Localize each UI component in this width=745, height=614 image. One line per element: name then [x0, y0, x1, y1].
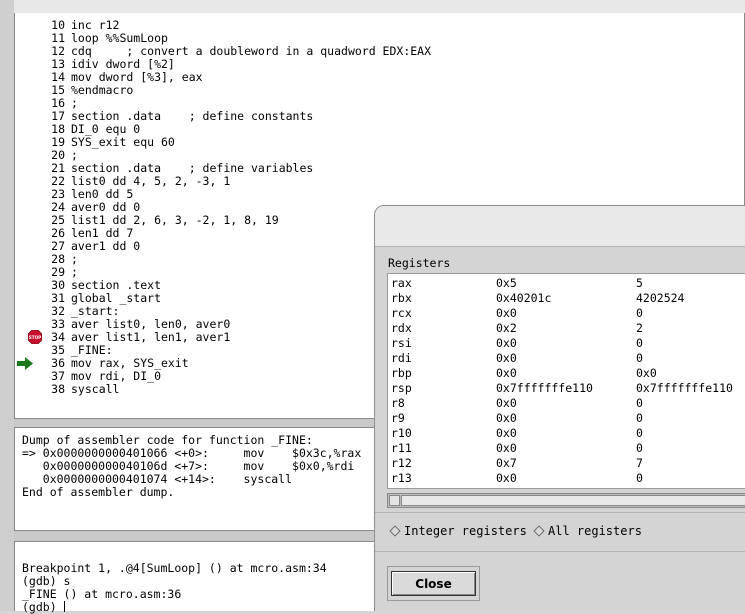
radio-all-registers[interactable]: All registers	[533, 524, 642, 538]
register-natural-value: 0	[636, 351, 643, 365]
scroll-left-arrow-icon[interactable]	[389, 495, 400, 506]
register-hex-value: 0x7	[496, 456, 517, 470]
register-row[interactable]: rdi 0x0 0	[388, 352, 745, 367]
stop-sign-icon[interactable]: STOP	[28, 330, 42, 344]
register-set-selector: Integer registers All registers	[375, 512, 745, 552]
radio-all-label: All registers	[548, 524, 642, 538]
text-cursor	[63, 601, 65, 612]
register-natural-value: 0	[636, 336, 643, 350]
register-name: rsi	[391, 336, 412, 350]
radio-integer-registers[interactable]: Integer registers	[389, 524, 527, 538]
register-natural-value: 5	[636, 276, 643, 290]
source-line[interactable]: 19 SYS_exit equ 60	[15, 136, 744, 149]
register-hex-value: 0x7fffffffe110	[496, 381, 593, 395]
register-row[interactable]: rdx 0x2 2	[388, 322, 745, 337]
register-hex-value: 0x0	[496, 351, 517, 365]
register-hex-value: 0x2	[496, 321, 517, 335]
source-line[interactable]: 15 %endmacro	[15, 84, 744, 97]
register-name: r11	[391, 441, 412, 455]
register-natural-value: 0	[636, 441, 643, 455]
register-name: rbx	[391, 291, 412, 305]
register-name: rbp	[391, 366, 412, 380]
register-hex-value: 0x0	[496, 396, 517, 410]
register-name: r12	[391, 456, 412, 470]
scrollbar-thumb[interactable]	[401, 495, 745, 506]
radio-integer-label: Integer registers	[404, 524, 527, 538]
register-hex-value: 0x0	[496, 336, 517, 350]
register-hex-value: 0x0	[496, 471, 517, 485]
registers-horizontal-scrollbar[interactable]	[387, 493, 745, 508]
register-natural-value: 2	[636, 321, 643, 335]
register-natural-value: 4202524	[636, 291, 685, 305]
register-name: r10	[391, 426, 412, 440]
register-natural-value: 0x0	[636, 366, 657, 380]
register-hex-value: 0x0	[496, 366, 517, 380]
registers-label: Registers	[388, 256, 451, 270]
register-hex-value: 0x0	[496, 426, 517, 440]
register-name: rdx	[391, 321, 412, 335]
registers-window-titlebar[interactable]	[375, 206, 745, 247]
register-name: rsp	[391, 381, 412, 395]
register-row[interactable]: r11 0x0 0	[388, 442, 745, 457]
register-natural-value: 7	[636, 456, 643, 470]
source-code-text: SYS_exit equ 60	[71, 135, 175, 149]
register-hex-value: 0x40201c	[496, 291, 552, 305]
register-row[interactable]: r8 0x0 0	[388, 397, 745, 412]
register-name: r13	[391, 471, 412, 485]
radio-diamond-icon	[533, 525, 545, 537]
top-menu-strip	[0, 0, 745, 14]
gdb-prompt[interactable]: (gdb)	[22, 601, 65, 614]
register-natural-value: 0	[636, 426, 643, 440]
register-name: r9	[391, 411, 405, 425]
register-hex-value: 0x0	[496, 441, 517, 455]
register-row[interactable]: r12 0x7 7	[388, 457, 745, 472]
register-natural-value: 0	[636, 396, 643, 410]
register-natural-value: 0	[636, 471, 643, 485]
radio-diamond-icon	[389, 525, 401, 537]
register-hex-value: 0x0	[496, 411, 517, 425]
register-natural-value: 0	[636, 411, 643, 425]
register-name: rcx	[391, 306, 412, 320]
left-window-strip	[0, 0, 14, 611]
register-row[interactable]: r13 0x0 0	[388, 472, 745, 487]
line-number: 38	[51, 382, 65, 396]
register-row[interactable]: rsp 0x7fffffffe110 0x7fffffffe110	[388, 382, 745, 397]
execution-arrow-icon	[17, 357, 33, 370]
register-row[interactable]: r10 0x0 0	[388, 427, 745, 442]
register-row[interactable]: rbx 0x40201c 4202524	[388, 292, 745, 307]
register-hex-value: 0x0	[496, 306, 517, 320]
register-name: rdi	[391, 351, 412, 365]
source-code-text: aver1 dd 0	[71, 239, 141, 253]
register-hex-value: 0x5	[496, 276, 517, 290]
register-row[interactable]: rsi 0x0 0	[388, 337, 745, 352]
source-code-text: syscall	[71, 382, 120, 396]
svg-text:STOP: STOP	[29, 335, 42, 340]
register-row[interactable]: rcx 0x0 0	[388, 307, 745, 322]
register-row[interactable]: rax 0x5 5	[388, 277, 745, 292]
close-button[interactable]: Close	[391, 571, 476, 596]
registers-window: Registers rax 0x5 5 rbx 0x40201c 4202524 rcx 0x…	[374, 205, 745, 611]
assembler-line: End of assembler dump.	[22, 485, 175, 499]
register-name: rax	[391, 276, 412, 290]
register-row[interactable]: rbp 0x0 0x0	[388, 367, 745, 382]
registers-table[interactable]: rax 0x5 5 rbx 0x40201c 4202524 rcx 0x0 0 rdx 0x2 2 r…	[387, 273, 745, 489]
register-natural-value: 0	[636, 306, 643, 320]
register-name: r8	[391, 396, 405, 410]
register-row[interactable]: r9 0x0 0	[388, 412, 745, 427]
register-natural-value: 0x7fffffffe110	[636, 381, 733, 395]
source-code-text: %endmacro	[71, 83, 134, 97]
